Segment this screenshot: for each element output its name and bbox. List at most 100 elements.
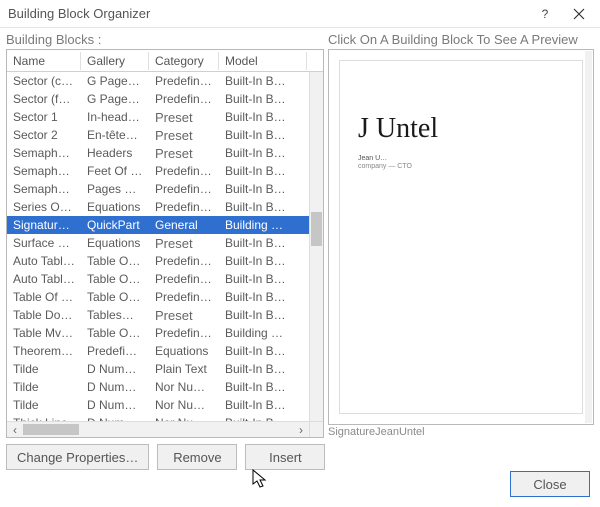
table-cell: SignatureJe… (7, 218, 81, 232)
table-cell: Sector (fo… (7, 92, 81, 106)
table-cell: D Numbers… (81, 398, 149, 412)
preview-scrollbar[interactable] (585, 51, 592, 423)
table-row[interactable]: SemaphoreFeet Of P…PredefinedBuilt-In B… (7, 162, 309, 180)
hscroll-track[interactable] (23, 422, 293, 437)
table-cell: Semaphore (7, 182, 81, 196)
table-cell: Built-In B… (219, 272, 307, 286)
table-cell: Table Of M… (7, 290, 81, 304)
table-cell: Theorem D… (7, 344, 81, 358)
table-row[interactable]: TildeD Numbers…Plain TextBuilt-In B… (7, 360, 309, 378)
close-window-button[interactable] (562, 1, 596, 27)
table-row[interactable]: Table Mv…Table Of…PredefinedBuilding … (7, 324, 309, 342)
table-row[interactable]: TildeD Numbers…Nor Number…Built-In B… (7, 396, 309, 414)
table-cell: D Numbers… (81, 380, 149, 394)
table-cell: Built-In B… (219, 290, 307, 304)
preview-signature-subtext1: Jean U… (358, 155, 564, 162)
table-row[interactable]: Sector (clear)G Pages…PredefinedBuilt-In… (7, 72, 309, 90)
table-cell: Table Of… (81, 272, 149, 286)
table-cell: Built-In B… (219, 146, 307, 160)
title-bar: Building Block Organizer ? (0, 0, 600, 28)
table-cell: Predefined (149, 254, 219, 268)
table-cell: Sector (clear) (7, 74, 81, 88)
table-cell: Built-In B… (219, 344, 307, 358)
table-row[interactable]: Table Of M…Table Of…PredefinedBuilt-In B… (7, 288, 309, 306)
preview-signature-text: J Untel (358, 113, 564, 145)
help-button[interactable]: ? (528, 1, 562, 27)
table-cell: Table Of… (81, 290, 149, 304)
column-gallery[interactable]: Gallery (81, 52, 149, 70)
table-cell: Tables… (81, 308, 149, 322)
table-cell: Built-In B… (219, 254, 307, 268)
table-cell: Headers (81, 146, 149, 160)
table-cell: Semaphore (7, 146, 81, 160)
hscroll-right-arrow[interactable]: › (293, 423, 309, 437)
table-cell: Built-In B… (219, 128, 307, 142)
vertical-scrollbar[interactable] (309, 72, 323, 421)
table-row[interactable]: Sector 1In-heads…PresetBuilt-In B… (7, 108, 309, 126)
table-cell: Building … (219, 326, 307, 340)
table-row[interactable]: SemaphoreHeadersPresetBuilt-In B… (7, 144, 309, 162)
table-cell: Table Mv… (7, 326, 81, 340)
table-cell: Equations (149, 344, 219, 358)
table-row[interactable]: Surface Of The …EquationsPresetBuilt-In … (7, 234, 309, 252)
table-row[interactable]: TildeD Numbers…Nor Number…Built-In B… (7, 378, 309, 396)
table-cell: Built-In B… (219, 362, 307, 376)
table-row[interactable]: SignatureJe…QuickPartGeneralBuilding … (7, 216, 309, 234)
table-cell: Table Of… (81, 326, 149, 340)
table-cell: Predefined (149, 182, 219, 196)
table-row[interactable]: Sector 2En-têtes…PresetBuilt-In B… (7, 126, 309, 144)
hscroll-left-arrow[interactable]: ‹ (7, 423, 23, 437)
table-cell: G Pages… (81, 74, 149, 88)
dialog-title: Building Block Organizer (8, 6, 528, 21)
table-cell: QuickPart (81, 218, 149, 232)
table-cell: Semaphore (7, 164, 81, 178)
vscroll-thumb[interactable] (311, 212, 322, 246)
table-cell: Tilde (7, 398, 81, 412)
list-header: Name Gallery Category Model (7, 50, 323, 72)
table-cell: Preset (149, 146, 219, 161)
column-name[interactable]: Name (7, 52, 81, 70)
table-cell: Equations (81, 236, 149, 250)
change-properties-button[interactable]: Change Properties… (6, 444, 149, 470)
hscroll-thumb[interactable] (23, 424, 79, 435)
table-row[interactable]: Thick LineD Numbers…Nor Number…Built-In … (7, 414, 309, 421)
preview-signature-subtext2: company — CTO (358, 163, 564, 170)
table-cell: Preset (149, 128, 219, 143)
building-blocks-label: Building Blocks : (6, 32, 324, 47)
table-row[interactable]: Sector (fo…G Pages…PredefinedBuilt-In B… (7, 90, 309, 108)
table-row[interactable]: Series Of Fo…EquationsPredefinedBuilt-In… (7, 198, 309, 216)
table-cell: Predefined (149, 200, 219, 214)
table-cell: Predefined (149, 92, 219, 106)
table-row[interactable]: Theorem D…PredefinedEquationsBuilt-In B… (7, 342, 309, 360)
table-row[interactable]: Table Do…Tables…PresetBuilt-In B… (7, 306, 309, 324)
close-button[interactable]: Close (510, 471, 590, 497)
table-cell: Plain Text (149, 362, 219, 376)
table-cell: Sector 1 (7, 110, 81, 124)
table-cell: In-heads… (81, 110, 149, 124)
column-model[interactable]: Model (219, 52, 307, 70)
column-category[interactable]: Category (149, 52, 219, 70)
table-cell: Preset (149, 308, 219, 323)
table-row[interactable]: Auto Table…Table Of …PredefinedBuilt-In … (7, 252, 309, 270)
table-cell: Built-In B… (219, 74, 307, 88)
table-cell: General (149, 218, 219, 232)
table-cell: Predefined (149, 74, 219, 88)
table-cell: Predefined (149, 326, 219, 340)
scroll-corner (309, 421, 323, 437)
table-cell: Feet Of P… (81, 164, 149, 178)
table-cell: Preset (149, 236, 219, 251)
table-cell: Predefined (81, 344, 149, 358)
insert-button[interactable]: Insert (245, 444, 325, 470)
table-cell: Surface Of The … (7, 236, 81, 250)
remove-button[interactable]: Remove (157, 444, 237, 470)
close-icon (573, 8, 585, 20)
building-blocks-list[interactable]: Name Gallery Category Model Sector (clea… (6, 49, 324, 438)
horizontal-scrollbar[interactable]: ‹ › (7, 421, 309, 437)
table-cell: Auto Table… (7, 254, 81, 268)
table-cell: Built-In B… (219, 110, 307, 124)
table-cell: Predefined (149, 290, 219, 304)
preview-item-name: SignatureJeanUntel (328, 426, 594, 438)
table-cell: Predefined (149, 164, 219, 178)
table-row[interactable]: SemaphorePages Of G…PredefinedBuilt-In B… (7, 180, 309, 198)
table-row[interactable]: Auto Table…Table Of…PredefinedBuilt-In B… (7, 270, 309, 288)
